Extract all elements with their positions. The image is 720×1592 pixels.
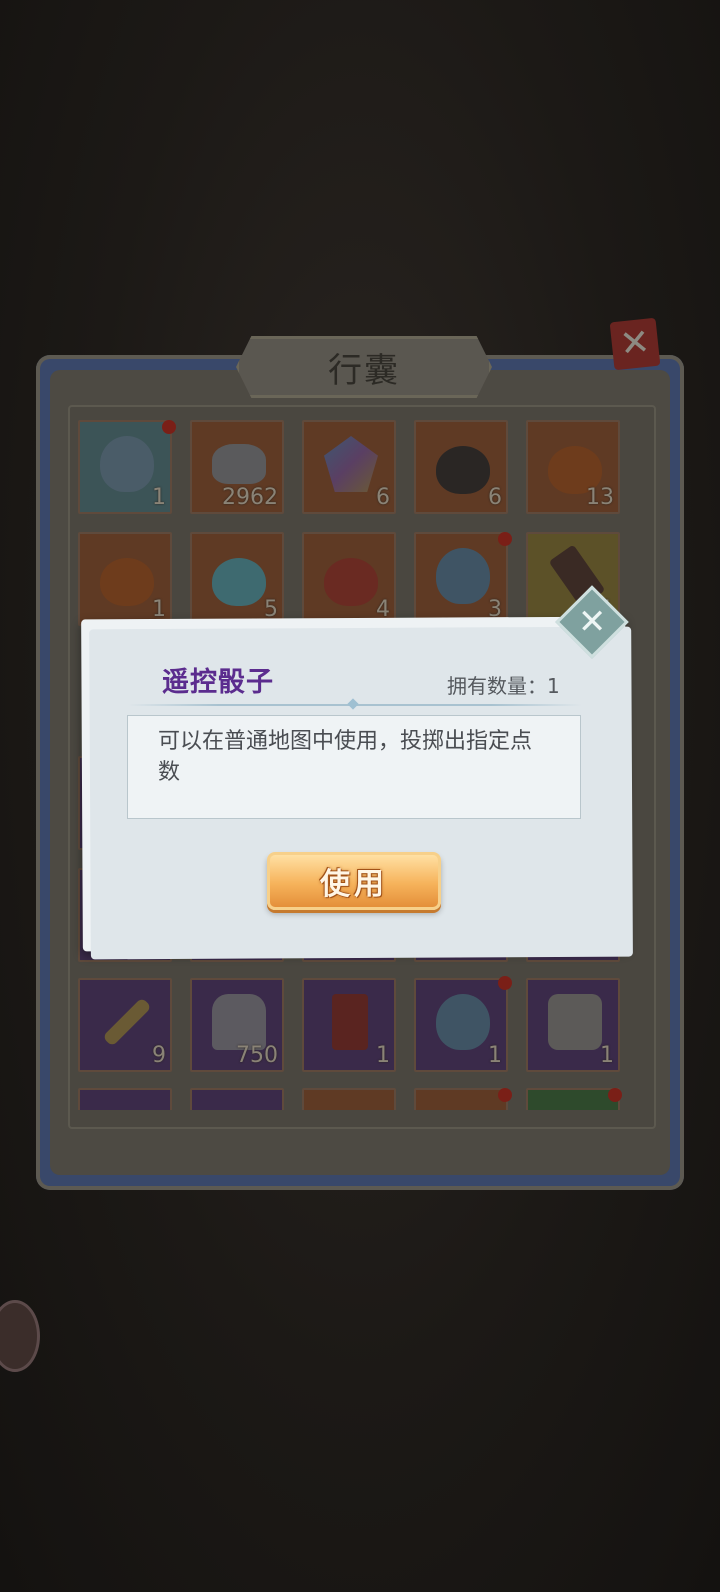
item-slot[interactable]	[414, 1088, 508, 1110]
item-count: 6	[488, 485, 502, 510]
item-slot[interactable]: 1	[302, 978, 396, 1072]
item-slot[interactable]: 6	[302, 420, 396, 514]
item-count: 1	[376, 1043, 390, 1068]
item-count: 13	[586, 485, 614, 510]
item-count: 750	[236, 1043, 278, 1068]
item-slot[interactable]: 3	[414, 532, 508, 626]
item-slot[interactable]: 6	[414, 420, 508, 514]
item-slot[interactable]	[190, 1088, 284, 1110]
item-slot[interactable]	[302, 1088, 396, 1110]
item-slot[interactable]: 5	[190, 532, 284, 626]
use-button-label: 使用	[320, 867, 388, 902]
blue-potion-icon	[212, 558, 266, 606]
use-button[interactable]: 使用	[267, 852, 441, 910]
close-icon: ✕	[577, 602, 607, 642]
quiver-icon	[332, 994, 368, 1050]
bag-icon	[436, 994, 490, 1050]
item-slot[interactable]: 13	[526, 420, 620, 514]
owned-label: 拥有数量：	[447, 674, 547, 698]
key-icon	[102, 997, 152, 1047]
notification-dot	[498, 976, 512, 990]
item-count: 9	[152, 1043, 166, 1068]
item-slot[interactable]: 1	[78, 420, 172, 514]
black-potion-icon	[436, 446, 490, 494]
item-slot[interactable]	[78, 1088, 172, 1110]
owned-quantity: 拥有数量：1	[447, 670, 560, 699]
orange-potion-icon	[100, 558, 154, 606]
close-icon: ✕	[617, 321, 653, 366]
item-count: 1	[488, 1043, 502, 1068]
notification-dot	[498, 532, 512, 546]
item-count: 6	[376, 485, 390, 510]
cloth-icon	[212, 994, 266, 1050]
bag-close-button[interactable]: ✕	[609, 317, 661, 371]
item-slot[interactable]: 1	[414, 978, 508, 1072]
bag-title: 行囊	[328, 350, 400, 391]
item-slot[interactable]: 4	[302, 532, 396, 626]
item-count: 1	[152, 485, 166, 510]
dice-icon	[548, 994, 602, 1050]
item-slot[interactable]	[526, 1088, 620, 1110]
notification-dot	[498, 1088, 512, 1102]
item-slot[interactable]: 750	[190, 978, 284, 1072]
bag-icon	[100, 436, 154, 492]
item-count: 2962	[222, 485, 278, 510]
item-slot[interactable]: 1	[78, 532, 172, 626]
side-avatar[interactable]	[0, 1300, 40, 1372]
gem-icon	[324, 436, 378, 492]
owned-value: 1	[547, 674, 560, 698]
item-count: 1	[600, 1043, 614, 1068]
notification-dot	[608, 1088, 622, 1102]
silver-ingot-icon	[212, 444, 266, 484]
notification-dot	[162, 420, 176, 434]
red-potion-icon	[324, 558, 378, 606]
item-slot[interactable]: 9	[78, 978, 172, 1072]
item-slot[interactable]: 1	[526, 978, 620, 1072]
bag-icon	[436, 548, 490, 604]
item-slot[interactable]: 2962	[190, 420, 284, 514]
bag-title-plaque: 行囊	[236, 336, 492, 398]
item-name: 遥控骰子	[162, 667, 274, 698]
item-description: 可以在普通地图中使用，投掷出指定点数	[127, 715, 581, 819]
